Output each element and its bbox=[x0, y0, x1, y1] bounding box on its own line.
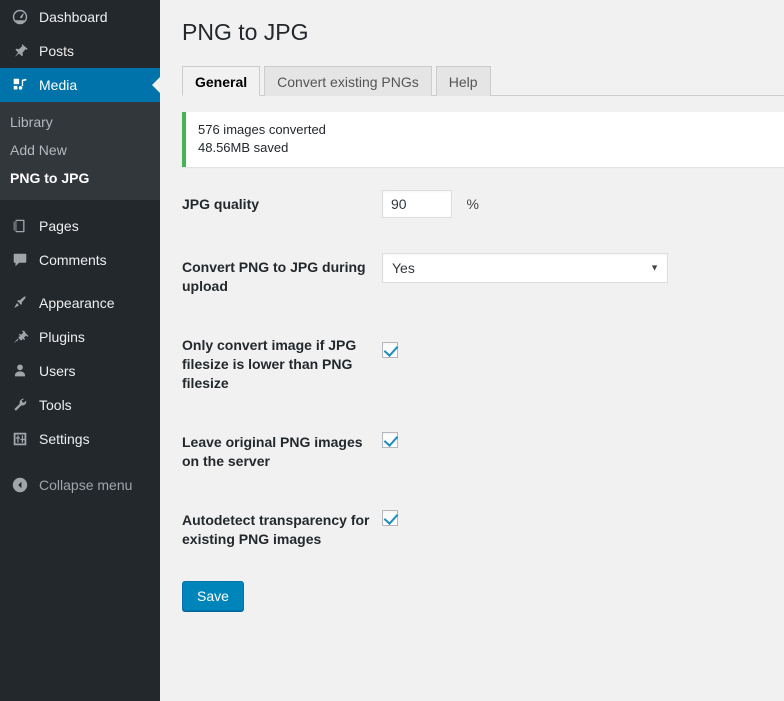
save-button[interactable]: Save bbox=[182, 581, 244, 611]
sidebar-item-label: Plugins bbox=[39, 329, 85, 345]
sidebar-item-users[interactable]: Users bbox=[0, 354, 160, 388]
sidebar-item-appearance[interactable]: Appearance bbox=[0, 286, 160, 320]
percent-sign: % bbox=[466, 196, 479, 212]
cell-only-if-smaller bbox=[382, 316, 784, 413]
notice-line-saved: 48.56MB saved bbox=[198, 140, 289, 155]
label-autodetect-transparency: Autodetect transparency for existing PNG… bbox=[182, 512, 370, 547]
pin-icon bbox=[10, 41, 30, 61]
row-autodetect-transparency: Autodetect transparency for existing PNG… bbox=[182, 491, 784, 569]
sidebar-item-label: Users bbox=[39, 363, 76, 379]
admin-screen: Dashboard Posts Media Library Add New PN… bbox=[0, 0, 784, 701]
sidebar-item-posts[interactable]: Posts bbox=[0, 34, 160, 68]
tab-help[interactable]: Help bbox=[435, 66, 491, 96]
submenu-item-library[interactable]: Library bbox=[0, 108, 160, 136]
user-icon bbox=[10, 361, 30, 381]
sidebar-item-pages[interactable]: Pages bbox=[0, 209, 160, 243]
sidebar-item-label: Tools bbox=[39, 397, 72, 413]
tab-bar: General Convert existing PNGs Help bbox=[182, 63, 784, 96]
sidebar-item-label: Dashboard bbox=[39, 9, 108, 25]
page-title: PNG to JPG bbox=[182, 19, 309, 45]
submenu-item-add-new[interactable]: Add New bbox=[0, 136, 160, 164]
label-only-if-smaller: Only convert image if JPG filesize is lo… bbox=[182, 337, 357, 391]
row-leave-original: Leave original PNG images on the server bbox=[182, 413, 784, 491]
label-convert-on-upload: Convert PNG to JPG during upload bbox=[182, 259, 366, 294]
label-jpg-quality: JPG quality bbox=[182, 196, 260, 212]
sidebar-item-dashboard[interactable]: Dashboard bbox=[0, 0, 160, 34]
collapse-menu-button[interactable]: Collapse menu bbox=[0, 468, 160, 502]
chevron-down-icon: ▼ bbox=[650, 262, 659, 273]
content-area: PNG to JPG General Convert existing PNGs… bbox=[160, 0, 784, 701]
sliders-icon bbox=[10, 429, 30, 449]
collapse-menu-label: Collapse menu bbox=[39, 477, 133, 493]
plug-icon bbox=[10, 327, 30, 347]
tab-convert-existing-pngs[interactable]: Convert existing PNGs bbox=[264, 66, 432, 96]
media-submenu: Library Add New PNG to JPG bbox=[0, 102, 160, 200]
cell-autodetect-transparency bbox=[382, 491, 784, 569]
cell-leave-original bbox=[382, 413, 784, 491]
brush-icon bbox=[10, 293, 30, 313]
wrench-icon bbox=[10, 395, 30, 415]
jpg-quality-input[interactable] bbox=[382, 190, 452, 218]
leave-original-checkbox[interactable] bbox=[382, 431, 398, 448]
sidebar-item-label: Posts bbox=[39, 43, 75, 59]
convert-on-upload-select[interactable]: Yes ▼ bbox=[382, 253, 668, 283]
sidebar-item-label: Media bbox=[39, 77, 78, 93]
admin-sidebar: Dashboard Posts Media Library Add New PN… bbox=[0, 0, 160, 701]
sidebar-item-comments[interactable]: Comments bbox=[0, 243, 160, 277]
row-jpg-quality: JPG quality % bbox=[182, 175, 784, 238]
sidebar-item-label: Appearance bbox=[39, 295, 115, 311]
row-only-if-smaller: Only convert image if JPG filesize is lo… bbox=[182, 316, 784, 413]
sidebar-item-label: Comments bbox=[39, 252, 107, 268]
submenu-item-png-to-jpg[interactable]: PNG to JPG bbox=[0, 164, 160, 192]
sidebar-item-plugins[interactable]: Plugins bbox=[0, 320, 160, 354]
menu-divider bbox=[0, 200, 160, 209]
cell-jpg-quality: % bbox=[382, 175, 784, 238]
pages-icon bbox=[10, 216, 30, 236]
only-if-smaller-checkbox[interactable] bbox=[382, 341, 398, 358]
settings-form-table: JPG quality % Convert PNG to JPG during … bbox=[182, 175, 784, 569]
sidebar-item-media[interactable]: Media bbox=[0, 68, 160, 102]
label-leave-original: Leave original PNG images on the server bbox=[182, 434, 363, 469]
menu-divider-2 bbox=[0, 277, 160, 286]
tab-general[interactable]: General bbox=[182, 66, 261, 96]
media-icon bbox=[10, 75, 30, 95]
cell-convert-on-upload: Yes ▼ bbox=[382, 238, 784, 316]
status-notice: 576 images converted 48.56MB saved bbox=[182, 112, 784, 167]
sidebar-item-settings[interactable]: Settings bbox=[0, 422, 160, 456]
autodetect-transparency-checkbox[interactable] bbox=[382, 509, 398, 526]
convert-on-upload-value: Yes bbox=[392, 260, 415, 276]
submit-area: Save bbox=[182, 581, 784, 611]
sidebar-item-label: Pages bbox=[39, 218, 79, 234]
row-convert-on-upload: Convert PNG to JPG during upload Yes ▼ bbox=[182, 238, 784, 316]
current-menu-arrow-icon bbox=[152, 77, 160, 93]
comments-icon bbox=[10, 250, 30, 270]
dashboard-icon bbox=[10, 7, 30, 27]
collapse-arrow-icon bbox=[10, 475, 30, 495]
notice-line-converted: 576 images converted bbox=[198, 122, 326, 137]
sidebar-item-tools[interactable]: Tools bbox=[0, 388, 160, 422]
sidebar-item-label: Settings bbox=[39, 431, 90, 447]
